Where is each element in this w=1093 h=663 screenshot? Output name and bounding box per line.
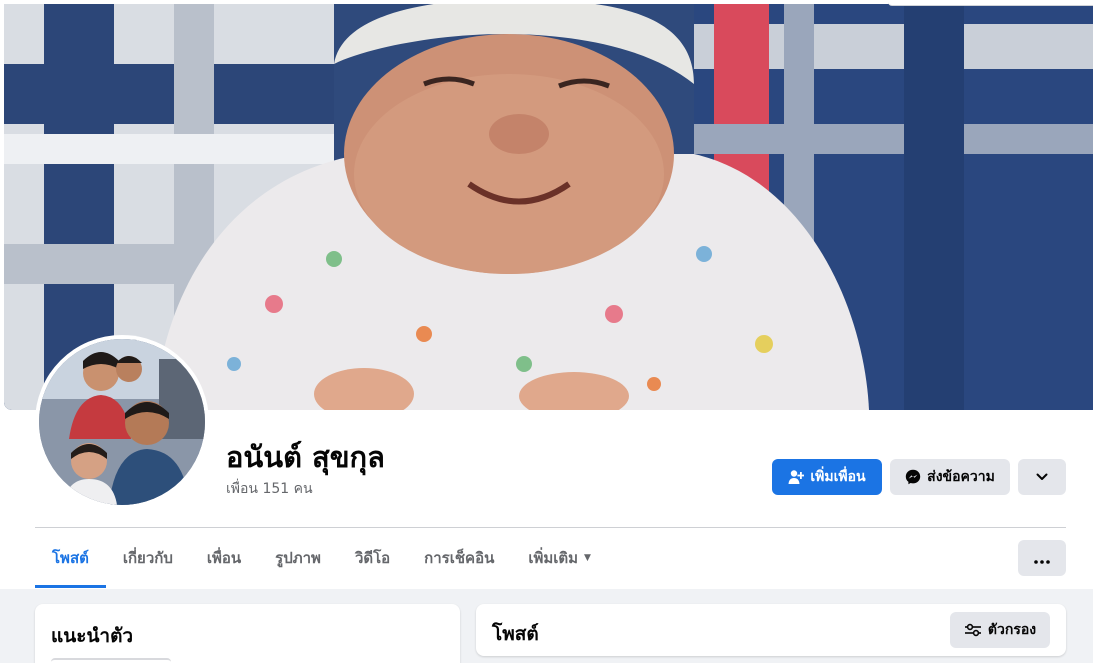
tab-label: เพื่อน <box>206 549 242 567</box>
caret-down-icon: ▼ <box>584 553 591 563</box>
tab-friends[interactable]: เพื่อน <box>190 528 258 588</box>
tab-label: โพสต์ <box>52 549 89 567</box>
tab-label: รูปภาพ <box>275 549 321 567</box>
tab-label: เกี่ยวกับ <box>122 549 173 567</box>
tab-videos[interactable]: วิดีโอ <box>338 528 407 588</box>
add-friend-button[interactable]: เพิ่มเพื่อน <box>772 459 882 495</box>
intro-card: แนะนำตัว <box>35 604 460 663</box>
family-photo-icon <box>39 339 205 505</box>
messenger-icon <box>905 469 921 485</box>
more-actions-button[interactable] <box>1018 459 1066 495</box>
tab-label: การเช็คอิน <box>424 549 495 567</box>
message-button[interactable]: ส่งข้อความ <box>890 459 1010 495</box>
top-right-edge <box>888 0 1093 6</box>
posts-card: โพสต์ ตัวกรอง <box>476 604 1066 656</box>
friends-count[interactable]: เพื่อน 151 คน <box>226 478 313 500</box>
posts-title: โพสต์ <box>492 623 539 645</box>
tab-about[interactable]: เกี่ยวกับ <box>106 528 190 588</box>
filter-button[interactable]: ตัวกรอง <box>950 612 1050 648</box>
profile-name: อนันต์ สุขกุล <box>226 440 385 474</box>
add-friend-label: เพิ่มเพื่อน <box>810 469 866 485</box>
profile-picture[interactable] <box>35 335 209 509</box>
tab-posts[interactable]: โพสต์ <box>35 528 106 588</box>
tab-more[interactable]: เพิ่มเติม ▼ <box>511 528 608 588</box>
tabs-overflow-button[interactable] <box>1018 540 1066 576</box>
ellipsis-icon <box>1034 549 1050 568</box>
chevron-down-icon <box>1036 469 1048 485</box>
tab-checkins[interactable]: การเช็คอิน <box>407 528 511 588</box>
intro-content-peek <box>51 658 171 663</box>
intro-title: แนะนำตัว <box>51 625 134 647</box>
filter-label: ตัวกรอง <box>987 622 1037 638</box>
message-label: ส่งข้อความ <box>927 469 995 485</box>
tab-photos[interactable]: รูปภาพ <box>258 528 338 588</box>
tab-label: เพิ่มเติม <box>528 549 579 567</box>
person-plus-icon <box>788 469 805 485</box>
profile-picture-image <box>39 339 205 505</box>
profile-tabs: โพสต์ เกี่ยวกับ เพื่อน รูปภาพ วิดีโอ การ… <box>35 528 608 588</box>
tab-label: วิดีโอ <box>354 549 391 567</box>
sliders-icon <box>964 623 982 637</box>
